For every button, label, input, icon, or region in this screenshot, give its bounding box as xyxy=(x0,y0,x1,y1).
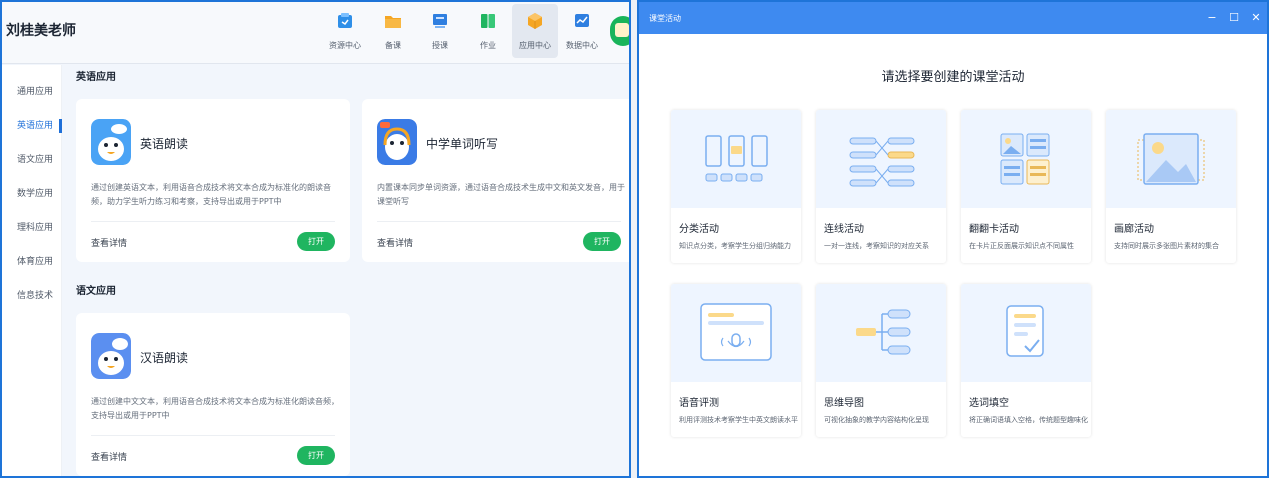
teacher-name: 刘桂美老师 xyxy=(6,23,76,39)
view-details-link[interactable]: 查看详情 xyxy=(91,236,127,249)
card-divider xyxy=(91,435,335,436)
activity-description: 支持同时展示多张图片素材的集合 xyxy=(1114,242,1219,250)
activity-card-fill-blank[interactable]: 选词填空 将正确词语填入空格，传统题型趣味化 xyxy=(961,284,1091,437)
nav-data-center[interactable]: 数据中心 xyxy=(559,4,605,58)
close-button[interactable]: ✕ xyxy=(1249,11,1263,25)
user-avatar-badge[interactable] xyxy=(610,16,629,46)
resource-center-icon xyxy=(338,13,352,28)
activity-illustration xyxy=(671,110,801,208)
nav-teaching[interactable]: 授课 xyxy=(417,4,463,58)
english-reading-icon xyxy=(91,119,131,165)
activity-card-gallery[interactable]: 画廊活动 支持同时展示多张图片素材的集合 xyxy=(1106,110,1236,263)
activity-card-matching[interactable]: 连线活动 一对一连线，考察知识的对应关系 xyxy=(816,110,946,263)
nav-lesson-prep[interactable]: 备课 xyxy=(370,4,416,58)
activity-description: 在卡片正反面展示知识点不同属性 xyxy=(969,242,1074,250)
card-title: 英语朗读 xyxy=(140,137,189,151)
app-card-english-reading: 英语朗读 通过创建英语文本，利用语音合成技术将文本合成为标准化的朗读音频，助力学… xyxy=(76,99,350,262)
dialog-prompt: 请选择要创建的课堂活动 xyxy=(881,70,1025,85)
activity-name: 画廊活动 xyxy=(1114,224,1154,235)
nav-label: 授课 xyxy=(432,41,448,50)
activity-card-flip-card[interactable]: 翻翻卡活动 在卡片正反面展示知识点不同属性 xyxy=(961,110,1091,263)
section-title-chinese: 语文应用 xyxy=(76,286,116,297)
nav-resource-center[interactable]: 资源中心 xyxy=(322,4,368,58)
fill-blank-icon xyxy=(1006,305,1044,357)
activity-illustration xyxy=(671,284,801,382)
word-dictation-icon xyxy=(377,119,417,165)
nav-label: 资源中心 xyxy=(329,41,361,50)
card-description: 通过创建中文文本，利用语音合成技术将文本合成为标准化朗读音频，支持导出或用于PP… xyxy=(91,397,339,420)
sidebar-item-english[interactable]: 英语应用 xyxy=(2,117,62,135)
app-card-word-dictation: 中学单词听写 内置课本同步单词资源，通过语音合成技术生成中文和英文发音，用于课堂… xyxy=(362,99,629,262)
open-button[interactable]: 打开 xyxy=(583,232,621,251)
activity-name: 语音评测 xyxy=(679,398,719,409)
activity-description: 将正确词语填入空格，传统题型趣味化 xyxy=(969,416,1088,424)
data-chart-icon xyxy=(575,14,589,27)
card-divider xyxy=(91,221,335,222)
sidebar-item-science[interactable]: 理科应用 xyxy=(2,219,62,237)
app-center-window: 刘桂美老师 资源中心 备课 授课 作业 应用中心 数据中心 通用应用 英语应用 … xyxy=(0,0,631,478)
app-cube-icon xyxy=(528,13,542,29)
classification-icon xyxy=(705,135,768,182)
nav-app-center[interactable]: 应用中心 xyxy=(512,4,558,58)
chinese-reading-icon xyxy=(91,333,131,379)
sidebar-item-it[interactable]: 信息技术 xyxy=(2,287,62,305)
app-card-chinese-reading: 汉语朗读 通过创建中文文本，利用语音合成技术将文本合成为标准化朗读音频，支持导出… xyxy=(76,313,350,476)
sidebar-item-label: 英语应用 xyxy=(17,121,54,131)
activity-card-mind-map[interactable]: 思维导图 可视化抽象的教学内容结构化呈现 xyxy=(816,284,946,437)
activity-illustration xyxy=(961,110,1091,208)
mind-map-icon xyxy=(856,309,911,355)
activity-illustration xyxy=(816,110,946,208)
card-description: 通过创建英语文本，利用语音合成技术将文本合成为标准化的朗读音频，助力学生听力练习… xyxy=(91,183,331,206)
activity-illustration xyxy=(961,284,1091,382)
book-icon xyxy=(481,14,495,28)
activity-name: 分类活动 xyxy=(679,224,719,235)
activity-description: 可视化抽象的教学内容结构化呈现 xyxy=(824,416,929,424)
active-indicator xyxy=(59,119,62,133)
activity-description: 一对一连线，考察知识的对应关系 xyxy=(824,242,929,250)
teaching-screen-icon xyxy=(433,14,447,28)
nav-label: 数据中心 xyxy=(566,41,598,50)
sidebar-item-pe[interactable]: 体育应用 xyxy=(2,253,62,271)
sidebar-item-chinese[interactable]: 语文应用 xyxy=(2,151,62,169)
screenshot-root: 刘桂美老师 资源中心 备课 授课 作业 应用中心 数据中心 通用应用 英语应用 … xyxy=(0,0,1269,478)
top-header: 刘桂美老师 资源中心 备课 授课 作业 应用中心 数据中心 xyxy=(2,2,629,64)
activity-illustration xyxy=(1106,110,1236,208)
section-title-english: 英语应用 xyxy=(76,72,116,83)
matching-lines-icon xyxy=(849,137,915,187)
card-divider xyxy=(377,221,621,222)
card-description: 内置课本同步单词资源，通过语音合成技术生成中文和英文发音，用于课堂听写 xyxy=(377,183,625,206)
view-details-link[interactable]: 查看详情 xyxy=(377,236,413,249)
activity-name: 思维导图 xyxy=(824,398,864,409)
classroom-activity-dialog: 课堂活动 − ☐ ✕ 请选择要创建的课堂活动 分类活动 知识点分类，考察学生分组… xyxy=(637,0,1269,478)
flip-card-icon xyxy=(1000,133,1050,185)
sidebar-item-math[interactable]: 数学应用 xyxy=(2,185,62,203)
gallery-icon xyxy=(1137,133,1205,185)
activity-description: 知识点分类，考察学生分组归纳能力 xyxy=(679,242,791,250)
nav-label: 作业 xyxy=(480,41,496,50)
dialog-titlebar: 课堂活动 − ☐ ✕ xyxy=(639,2,1267,34)
view-details-link[interactable]: 查看详情 xyxy=(91,450,127,463)
sidebar-item-general[interactable]: 通用应用 xyxy=(2,83,62,101)
activity-name: 选词填空 xyxy=(969,398,1009,409)
card-title: 汉语朗读 xyxy=(140,351,189,365)
dialog-title: 课堂活动 xyxy=(649,14,681,23)
activity-card-voice-evaluation[interactable]: 语音评测 利用评测技术考察学生中英文朗读水平 xyxy=(671,284,801,437)
avatar-icon xyxy=(615,23,629,37)
activity-name: 连线活动 xyxy=(824,224,864,235)
activity-description: 利用评测技术考察学生中英文朗读水平 xyxy=(679,416,798,424)
nav-label: 应用中心 xyxy=(519,41,551,50)
minimize-button[interactable]: − xyxy=(1205,11,1219,25)
nav-label: 备课 xyxy=(385,41,401,50)
folder-icon xyxy=(385,16,401,28)
category-sidebar: 通用应用 英语应用 语文应用 数学应用 理科应用 体育应用 信息技术 xyxy=(2,65,62,476)
maximize-button[interactable]: ☐ xyxy=(1227,11,1241,25)
nav-homework[interactable]: 作业 xyxy=(465,4,511,58)
card-title: 中学单词听写 xyxy=(426,137,499,151)
voice-evaluation-icon xyxy=(700,303,772,361)
activity-illustration xyxy=(816,284,946,382)
open-button[interactable]: 打开 xyxy=(297,446,335,465)
activity-name: 翻翻卡活动 xyxy=(969,224,1019,235)
open-button[interactable]: 打开 xyxy=(297,232,335,251)
activity-card-classification[interactable]: 分类活动 知识点分类，考察学生分组归纳能力 xyxy=(671,110,801,263)
